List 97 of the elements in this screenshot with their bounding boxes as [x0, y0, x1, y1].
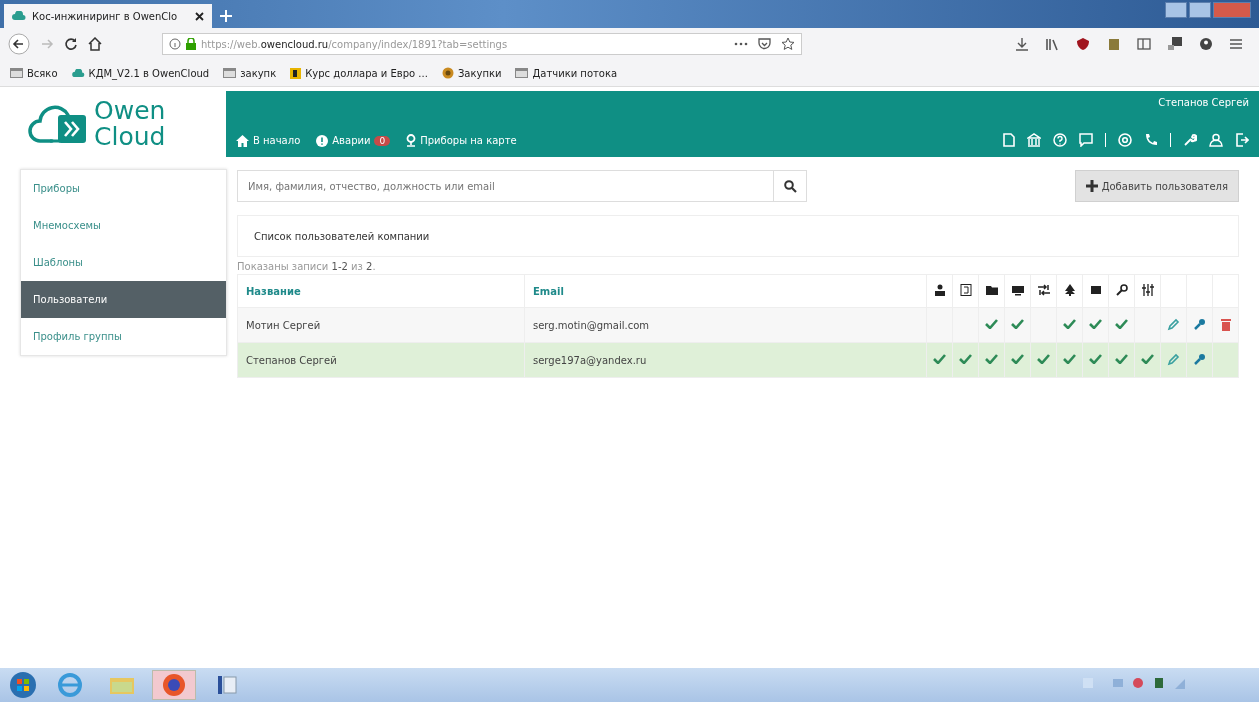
- user-name-cell: Мотин Сергей: [237, 307, 525, 343]
- bookmark[interactable]: закупк: [223, 67, 277, 79]
- document-icon[interactable]: [1003, 133, 1015, 147]
- check-icon: [1089, 354, 1102, 364]
- shield-icon[interactable]: [1075, 36, 1091, 52]
- user-name-cell: Степанов Сергей: [237, 342, 525, 378]
- monitor-icon: [1011, 284, 1024, 296]
- column-header[interactable]: Email: [524, 274, 927, 308]
- chat-icon[interactable]: [1079, 133, 1093, 147]
- logo-text: Owen: [94, 98, 166, 124]
- bookmark[interactable]: Курс доллара и Евро ...: [290, 67, 428, 79]
- favicon-icon: [441, 67, 454, 79]
- check-icon: [933, 354, 946, 364]
- more-icon[interactable]: [734, 42, 748, 46]
- wrench-icon[interactable]: [1193, 317, 1206, 331]
- check-icon: [1037, 354, 1050, 364]
- taskbar-button[interactable]: [152, 670, 196, 700]
- back-icon[interactable]: [8, 33, 30, 55]
- window-controls[interactable]: [1165, 2, 1251, 18]
- pocket-icon[interactable]: [758, 38, 771, 50]
- add-user-button[interactable]: Добавить пользователя: [1074, 170, 1239, 202]
- bookmark[interactable]: Датчики потока: [515, 67, 618, 79]
- summary-text: Показаны записи 1-2 из 2.: [237, 260, 377, 274]
- lock-icon: [186, 38, 196, 50]
- cloud-icon: [71, 68, 85, 78]
- check-icon: [1011, 354, 1024, 364]
- home-icon: [236, 134, 249, 147]
- sidebar-item[interactable]: Профиль группы: [21, 318, 226, 355]
- download-icon[interactable]: [1015, 37, 1029, 51]
- check-icon: [1141, 354, 1154, 364]
- check-icon: [1063, 354, 1076, 364]
- nav-link[interactable]: Аварии 0: [316, 134, 391, 147]
- check-icon: [1063, 319, 1076, 329]
- pin-icon: [406, 134, 417, 147]
- email-cell: serge197a@yandex.ru: [524, 342, 927, 378]
- check-icon: [1011, 319, 1024, 329]
- wrench-icon[interactable]: [1183, 133, 1197, 147]
- tree-icon: [1063, 284, 1076, 296]
- sidebar-item[interactable]: Мнемосхемы: [21, 207, 226, 244]
- nav-link[interactable]: В начало: [236, 134, 301, 147]
- info-icon: [169, 38, 181, 50]
- sidebar-item[interactable]: Пользователи: [21, 281, 226, 318]
- search-icon: [783, 179, 797, 193]
- check-icon: [1115, 319, 1128, 329]
- search-field[interactable]: Имя, фамилия, отчество, должность или email: [237, 170, 774, 202]
- bookmark[interactable]: Закупки: [441, 67, 502, 79]
- bookmark[interactable]: Всяко: [10, 67, 58, 79]
- user-icon[interactable]: [1209, 133, 1223, 147]
- browser-icon: [161, 672, 187, 698]
- pencil-icon[interactable]: [1167, 317, 1180, 331]
- transfer-icon: [1037, 284, 1050, 296]
- bank-icon[interactable]: [1027, 133, 1041, 147]
- menu-icon[interactable]: [1229, 38, 1243, 50]
- folder-icon: [515, 68, 529, 78]
- folder-icon: [985, 284, 998, 296]
- panel-title: Список пользователей компании: [254, 230, 430, 242]
- favicon-icon: [290, 67, 302, 79]
- alert-icon: [316, 134, 329, 147]
- user-name[interactable]: Степанов Сергей: [1158, 97, 1249, 108]
- home-icon[interactable]: [88, 37, 102, 51]
- sidebar-item[interactable]: Приборы: [21, 170, 226, 207]
- reload-icon[interactable]: [64, 37, 78, 51]
- sidebar-icon[interactable]: [1137, 38, 1151, 50]
- address-bar[interactable]: https://web.owencloud.ru/company/index/1891?tab=settings: [162, 33, 802, 55]
- browser-tab[interactable]: Кос-инжиниринг в OwenClo: [4, 4, 212, 28]
- search-button[interactable]: [774, 170, 807, 202]
- check-icon: [959, 354, 972, 364]
- help-icon[interactable]: [1053, 133, 1067, 147]
- column-header[interactable]: Название: [237, 274, 525, 308]
- folder-icon: [223, 68, 237, 78]
- check-icon: [985, 319, 998, 329]
- check-icon: [1115, 354, 1128, 364]
- document-icon: [959, 284, 972, 296]
- key-icon: [1115, 284, 1128, 296]
- bookmark[interactable]: КДМ_V2.1 в OwenCloud: [71, 67, 210, 79]
- sliders-icon: [1141, 284, 1154, 296]
- email-cell: serg.motin@gmail.com: [524, 307, 927, 343]
- logout-icon[interactable]: [1235, 133, 1249, 147]
- account-icon[interactable]: [1199, 37, 1213, 51]
- plus-icon: [1085, 180, 1098, 192]
- user-icon: [933, 284, 946, 296]
- sidebar-item[interactable]: Шаблоны: [21, 244, 226, 281]
- screen-icon: [1089, 284, 1102, 296]
- pencil-icon[interactable]: [1167, 352, 1180, 366]
- check-icon: [985, 354, 998, 364]
- wrench-icon[interactable]: [1193, 352, 1206, 366]
- folder-icon: [10, 68, 23, 78]
- new-tab-icon[interactable]: [220, 10, 232, 22]
- close-icon[interactable]: [195, 11, 204, 21]
- logo-text: Cloud: [94, 124, 166, 150]
- check-icon: [1089, 319, 1102, 329]
- library-icon[interactable]: [1045, 37, 1059, 51]
- cloud-icon: [12, 11, 26, 21]
- nav-link[interactable]: Приборы на карте: [406, 134, 517, 147]
- phone-icon[interactable]: [1144, 133, 1158, 147]
- trash-icon[interactable]: [1220, 317, 1231, 331]
- star-icon[interactable]: [781, 37, 795, 51]
